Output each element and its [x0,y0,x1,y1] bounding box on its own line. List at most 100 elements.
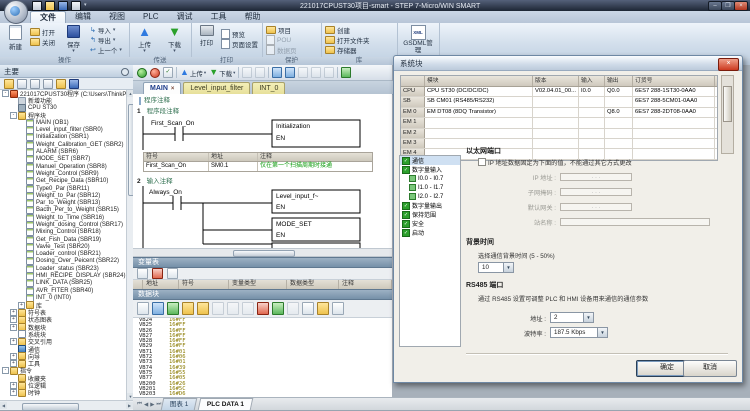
tree-tool-new-icon[interactable] [17,79,27,89]
cancel-button[interactable]: 取消 [683,360,737,377]
tree-item[interactable]: +库 [0,302,126,309]
tab-close-icon[interactable]: × [171,86,175,92]
protect-datapage-button[interactable]: 数据页 [266,45,297,55]
tree-tool-paste-icon[interactable] [43,79,53,89]
system-tree-item[interactable]: ✓通信 [400,156,460,165]
project-tree-hscrollbar[interactable]: ◀ ▶ [0,400,133,410]
db-copy-icon[interactable] [227,302,239,315]
db-insert-icon[interactable] [182,302,194,315]
editor-hscrollbar[interactable] [133,248,392,257]
ip-segment-input[interactable]: · · · [560,203,632,211]
db-add-icon[interactable] [272,302,284,315]
db-cut-icon[interactable] [212,302,224,315]
tree-item[interactable]: MAIN (OB1) [0,119,126,126]
close-project-button[interactable]: 关闭 [30,37,55,47]
program-comment[interactable]: 程序注释 [139,97,170,105]
editor-download-button[interactable]: ▼下载▾ [209,68,235,78]
qa-open-icon[interactable] [45,1,55,11]
expander-icon[interactable]: + [10,316,17,323]
ribbon-tab-调试[interactable]: 调试 [168,11,202,23]
tree-item[interactable]: 收藏夹 [0,375,126,382]
tree-item[interactable]: +时钟 [0,389,126,396]
tree-tool-copy-icon[interactable] [30,79,40,89]
dialog-close-button[interactable]: × [718,58,739,71]
tree-item[interactable]: HMI_RECIPE_DISPLAY (SBR24) [0,272,126,279]
expander-icon[interactable]: - [10,112,17,119]
tree-item[interactable]: Loader_status (SBR23) [0,265,126,272]
tree-tool-open-icon[interactable] [4,79,14,89]
ribbon-tab-PLC[interactable]: PLC [134,11,168,23]
editor-tab-Level_input_filter[interactable]: Level_input_filter [183,82,250,94]
ribbon-tab-文件[interactable]: 文件 [30,11,66,23]
tree-item[interactable]: +向导 [0,353,126,360]
rs485-address-select[interactable]: 2▼ [550,312,594,323]
system-tree-item[interactable]: I1.0 - I1.7 [400,183,460,192]
network-1-header[interactable]: 1 程序段注释 [137,108,179,116]
stop-icon[interactable] [150,68,160,78]
tree-item[interactable]: CPU ST30 [0,105,126,112]
system-tree-item[interactable]: I0.0 - I0.7 [400,174,460,183]
ribbon-tab-帮助[interactable]: 帮助 [236,11,270,23]
tab-chart-1[interactable]: 图表 1 [161,398,198,410]
tree-item[interactable]: Vavle_Test (SBR20) [0,243,126,250]
tree-item[interactable]: Level_input_filter (SBR0) [0,126,126,133]
tree-item[interactable]: Par_to_Weight (SBR13) [0,199,126,206]
ribbon-tab-编辑[interactable]: 编辑 [66,11,100,23]
delete-row-icon[interactable] [152,268,163,279]
delete-network-icon[interactable] [255,67,265,78]
module-row[interactable]: EM 0EM DT08 (8DQ Transistor)Q8.06ES7 288… [401,108,717,118]
db-bookmark-icon[interactable] [302,302,314,315]
ribbon-tab-工具[interactable]: 工具 [202,11,236,23]
qa-save-icon[interactable] [58,1,68,11]
page-setup-button[interactable]: 页面设置 [221,39,258,49]
gsdml-manage-button[interactable]: XMLGSDML管理 [401,24,435,56]
minimize-button[interactable]: – [708,1,722,11]
lib-memory-button[interactable]: 存储器 [325,45,370,55]
module-row[interactable]: EM 2 [401,129,717,139]
tree-item[interactable]: AVR_FITER (SBR40) [0,287,126,294]
tree-item[interactable]: Weight_to_Time (SBR16) [0,214,126,221]
system-tree-item[interactable]: ✓保持范围 [400,210,460,219]
close-button[interactable]: × [734,1,748,11]
protect-project-button[interactable]: 项目 [266,25,297,35]
module-row[interactable]: EM 3 [401,139,717,149]
clear-bookmark-icon[interactable] [311,67,321,78]
tree-item[interactable]: 系统块 [0,331,126,338]
qa-new-icon[interactable] [32,1,42,11]
symbol-row[interactable]: First_Scan_OnSM0.1仅在第一个扫描周期时接通 [144,162,372,171]
compile-icon[interactable]: ✓ [163,67,173,78]
pou-properties-icon[interactable] [341,67,351,78]
editor-tab-INT_0[interactable]: INT_0 [252,82,285,94]
previous-button[interactable]: ↩上一个 ▾ [90,45,122,55]
ip-segment-input[interactable]: · · · [560,188,632,196]
bookmark-icon[interactable] [272,67,282,78]
editor-upload-button[interactable]: ▲上传▾ [180,68,206,78]
system-tree-item[interactable]: ✓数字量输入 [400,165,460,174]
expander-icon[interactable]: + [18,302,25,309]
maximize-button[interactable]: ❐ [721,1,735,11]
insert-row-icon[interactable] [137,268,148,279]
tree-tool-monitor-icon[interactable] [69,79,79,89]
pin-icon[interactable] [121,68,129,76]
tree-item[interactable]: Type0_Par (SBR11) [0,185,126,192]
protect-pou-button[interactable]: POU [266,35,297,45]
module-table-scrollbar[interactable] [721,75,734,154]
module-row[interactable]: SBSB CM01 (RS485/RS232)6ES7 288-5CM01-0A… [401,97,717,107]
tree-item[interactable]: +工具 [0,360,126,367]
run-icon[interactable] [137,68,147,78]
tree-item[interactable]: Bacth_Per_to_Weight (SBR15) [0,207,126,214]
rs485-baud-select[interactable]: 187.5 Kbps▼ [550,327,608,338]
system-tree-item[interactable]: ✓启动 [400,228,460,237]
tree-item[interactable]: Dosing_Over_Peicent (SBR22) [0,258,126,265]
goto-icon[interactable] [324,67,334,78]
paste-row-icon[interactable] [167,268,178,279]
network-1-ladder[interactable]: First_Scan_On Initialization EN [137,116,387,150]
editor-tab-MAIN[interactable]: MAIN× [143,82,181,94]
data-block-rows[interactable]: VB2416#FFVB2516#FFVB2616#FFVB2716#FFVB28… [133,318,392,397]
ip-fixed-checkbox-label[interactable]: IP 地址数据固定为下面的值，不能通过其它方式更改 [488,158,632,167]
expander-icon[interactable]: + [10,324,17,331]
dialog-title-bar[interactable]: 系统块 × [394,56,742,71]
db-download-icon[interactable] [167,302,179,315]
db-compile-icon[interactable] [137,302,149,315]
open-button[interactable]: 打开 [30,27,55,37]
